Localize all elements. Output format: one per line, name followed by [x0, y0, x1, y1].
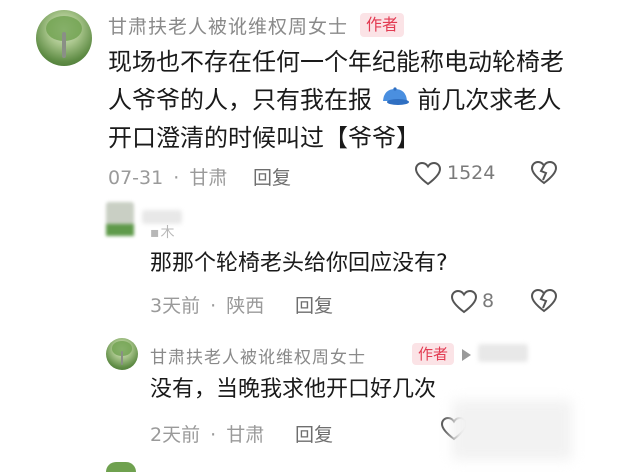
comment-author[interactable]: 甘肃扶老人被讹维权周女士: [150, 343, 366, 368]
comment-meta: 2天前 · 甘肃: [150, 420, 264, 447]
comment-date: 2天前: [150, 424, 201, 446]
comment-location: 陕西: [226, 295, 265, 317]
broken-heart-icon: [530, 288, 558, 313]
comment-text-line-2: 人爷爷的人，只有我在报 前几次求老人: [108, 82, 561, 119]
comment-text-part: 人爷爷的人，只有我在报: [108, 86, 372, 114]
comment-text-line-1: 现场也不存在任何一个年纪能称电动轮椅老: [108, 48, 564, 76]
comment-author[interactable]: 甘肃扶老人被讹维权周女士: [108, 12, 348, 39]
author-badge: 作者: [412, 343, 455, 365]
comment-text: 没有，当晚我求他开口好几次: [150, 377, 437, 402]
meta-separator: ·: [210, 295, 217, 317]
comment-date: 07-31: [108, 167, 164, 189]
like-count: 8: [482, 290, 495, 312]
heart-icon: [414, 161, 442, 186]
like-count: 1524: [447, 162, 496, 184]
blurred-username: [478, 344, 528, 362]
avatar[interactable]: [36, 10, 92, 66]
reply-button[interactable]: 回复: [295, 291, 333, 318]
dislike-button[interactable]: [530, 288, 558, 316]
comment-text-line-3: 开口澄清的时候叫过【爷爷】: [108, 124, 420, 152]
dislike-button[interactable]: [530, 160, 558, 188]
cap-emoji-icon: [380, 83, 410, 119]
comment-author[interactable]: ▪木: [150, 222, 176, 242]
comment-text: 那那个轮椅老头给你回应没有?: [150, 251, 448, 276]
author-badge: 作者: [360, 13, 405, 37]
heart-icon: [450, 289, 478, 314]
meta-separator: ·: [173, 167, 180, 189]
like-button[interactable]: 8: [450, 288, 500, 318]
broken-heart-icon: [530, 160, 558, 185]
reply-button[interactable]: 回复: [295, 420, 333, 447]
comment-date: 3天前: [150, 295, 201, 317]
avatar[interactable]: [106, 462, 136, 472]
comment-meta: 3天前 · 陕西: [150, 291, 264, 318]
comment-location: 甘肃: [189, 167, 228, 189]
comment-location: 甘肃: [226, 424, 265, 446]
like-button[interactable]: 1524: [414, 160, 504, 190]
avatar[interactable]: [106, 338, 138, 370]
meta-separator: ·: [210, 424, 217, 446]
comment-meta: 07-31 · 甘肃: [108, 163, 227, 190]
triangle-icon: [462, 349, 471, 361]
comment-text-part: 前几次求老人: [417, 86, 562, 114]
reply-button[interactable]: 回复: [253, 163, 291, 190]
avatar[interactable]: [106, 202, 134, 236]
blurred-overlay: [452, 400, 572, 460]
